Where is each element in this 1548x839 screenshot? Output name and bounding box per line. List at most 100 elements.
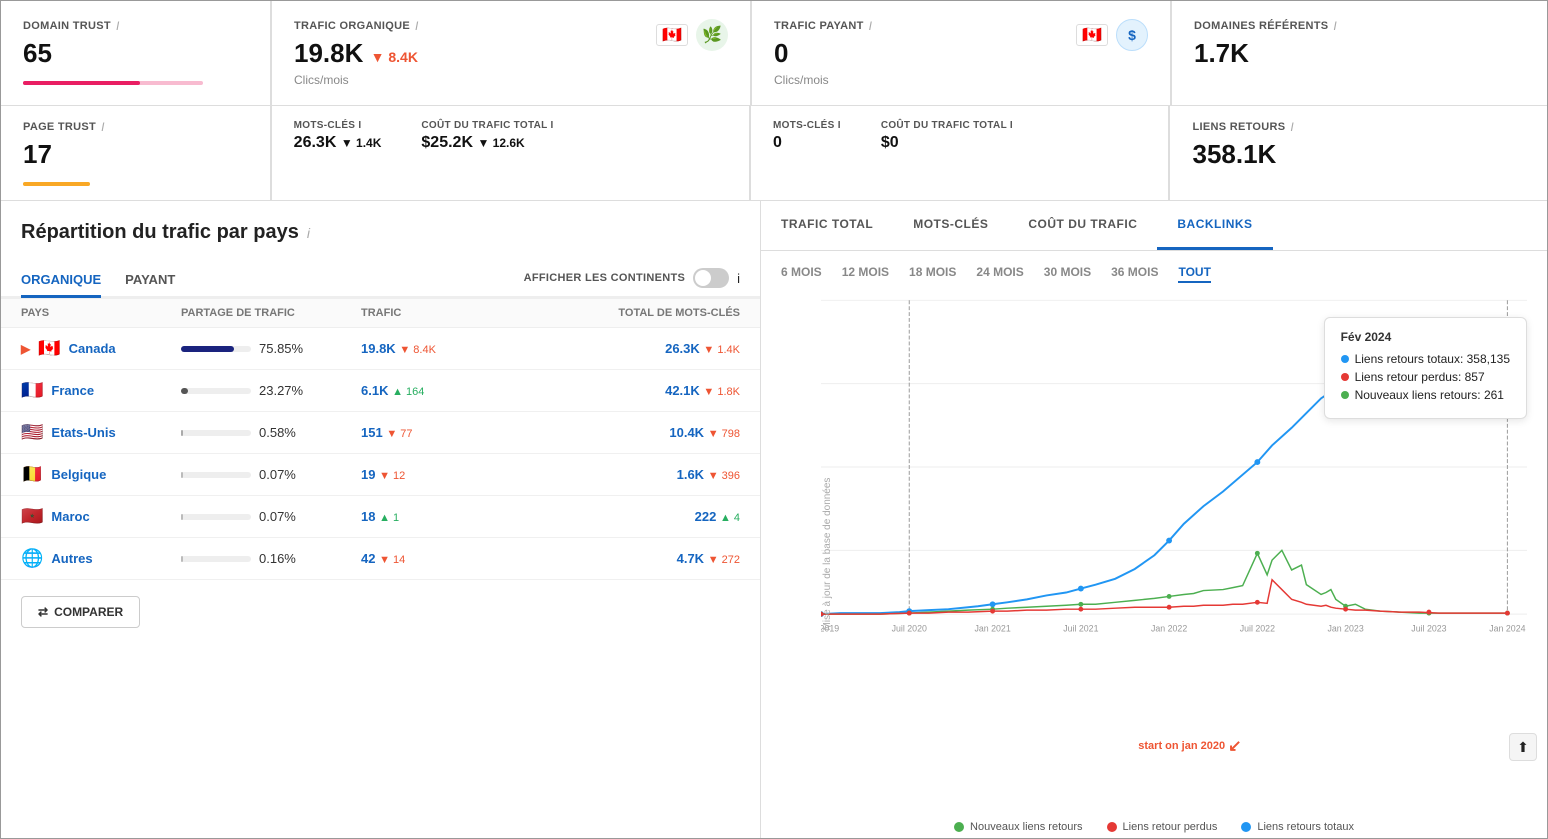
cout-payant-info-icon[interactable]: i — [1010, 120, 1013, 131]
cell-trafic-1: 6.1K ▲ 164 — [361, 383, 501, 398]
trafic-organique-label: TRAFIC ORGANIQUE i — [294, 19, 419, 33]
domaines-referents-info-icon[interactable]: i — [1333, 19, 1337, 33]
flag-0: 🇨🇦 — [38, 338, 60, 359]
svg-text:Juil 2020: Juil 2020 — [892, 624, 927, 634]
cell-country-4[interactable]: 🇲🇦 Maroc — [21, 506, 181, 527]
table-row[interactable]: 🌐 Autres 0.16% 42 ▼ 14 4.7K ▼ 272 — [1, 538, 760, 580]
time-tout[interactable]: TOUT — [1178, 265, 1210, 283]
time-24mois[interactable]: 24 MOIS — [976, 265, 1023, 283]
tab-organique[interactable]: ORGANIQUE — [21, 264, 101, 298]
traffic-table-body: ▶ 🇨🇦 Canada 75.85% 19.8K ▼ 8.4K 26.3K ▼ … — [1, 328, 760, 580]
cell-mots-5: 4.7K ▼ 272 — [501, 551, 740, 566]
country-name-3[interactable]: Belgique — [51, 467, 106, 482]
legend-dot-green — [954, 822, 964, 832]
cell-trafic-0: 19.8K ▼ 8.4K — [361, 341, 501, 356]
page-trust-bar-fill — [23, 182, 90, 186]
chart-legend: Nouveaux liens retours Liens retour perd… — [761, 811, 1547, 838]
cell-country-3[interactable]: 🇧🇪 Belgique — [21, 464, 181, 485]
partage-val-0: 75.85% — [259, 341, 303, 356]
svg-text:Juil 2022: Juil 2022 — [1240, 624, 1275, 634]
time-12mois[interactable]: 12 MOIS — [842, 265, 889, 283]
cout-organic-info-icon[interactable]: i — [551, 120, 554, 131]
time-6mois[interactable]: 6 MOIS — [781, 265, 822, 283]
canada-flag-icon[interactable]: 🇨🇦 — [656, 24, 688, 46]
time-range-bar: 6 MOIS 12 MOIS 18 MOIS 24 MOIS 30 MOIS 3… — [761, 251, 1547, 297]
cout-payant-value: $0 — [881, 134, 1013, 152]
domain-trust-value: 65 — [23, 38, 248, 69]
svg-text:Juil 2023: Juil 2023 — [1411, 624, 1446, 634]
flag-5: 🌐 — [21, 548, 43, 569]
cell-partage-0: 75.85% — [181, 341, 361, 356]
legend-item-green: Nouveaux liens retours — [954, 821, 1083, 833]
country-name-1[interactable]: France — [51, 383, 94, 398]
table-row[interactable]: 🇧🇪 Belgique 0.07% 19 ▼ 12 1.6K ▼ 396 — [1, 454, 760, 496]
flag-2: 🇺🇸 — [21, 422, 43, 443]
domaines-referents-label: DOMAINES RÉFÉRENTS i — [1194, 19, 1527, 33]
liens-retours-info-icon[interactable]: i — [1290, 120, 1294, 134]
download-chart-button[interactable]: ⬆ — [1509, 733, 1537, 761]
flag-4: 🇲🇦 — [21, 506, 43, 527]
cell-partage-4: 0.07% — [181, 509, 361, 524]
svg-text:Juil 2021: Juil 2021 — [1063, 624, 1098, 634]
table-row[interactable]: 🇫🇷 France 23.27% 6.1K ▲ 164 42.1K ▼ 1.8K — [1, 370, 760, 412]
cell-country-0[interactable]: ▶ 🇨🇦 Canada — [21, 338, 181, 359]
cout-organic: COÛT DU TRAFIC TOTAL i $25.2K ▼ 12.6K — [421, 120, 553, 152]
partage-bar-bg-0 — [181, 346, 251, 352]
time-36mois[interactable]: 36 MOIS — [1111, 265, 1158, 283]
country-name-4[interactable]: Maroc — [51, 509, 89, 524]
cell-country-1[interactable]: 🇫🇷 France — [21, 380, 181, 401]
chart-tab-cout[interactable]: COÛT DU TRAFIC — [1008, 201, 1157, 250]
country-name-2[interactable]: Etats-Unis — [51, 425, 115, 440]
tab-payant[interactable]: PAYANT — [125, 264, 175, 298]
cell-country-5[interactable]: 🌐 Autres — [21, 548, 181, 569]
time-18mois[interactable]: 18 MOIS — [909, 265, 956, 283]
partage-bar-bg-4 — [181, 514, 251, 520]
tooltip-item-blue: Liens retours totaux: 358,135 — [1341, 352, 1510, 366]
mots-cles-payant-info-icon[interactable]: i — [838, 120, 841, 131]
partage-bar-fill-3 — [181, 472, 183, 478]
domain-trust-info-icon[interactable]: i — [116, 19, 120, 33]
payant-country-icons: 🇨🇦 $ — [1076, 19, 1148, 51]
svg-text:Jan 2023: Jan 2023 — [1327, 624, 1363, 634]
partage-bar-bg-2 — [181, 430, 251, 436]
dollar-icon[interactable]: $ — [1116, 19, 1148, 51]
liens-retours-value: 358.1K — [1192, 139, 1525, 170]
mots-cles-organic-info-icon[interactable]: i — [358, 120, 361, 131]
cell-mots-0: 26.3K ▼ 1.4K — [501, 341, 740, 356]
chart-tab-backlinks[interactable]: BACKLINKS — [1157, 201, 1272, 250]
time-30mois[interactable]: 30 MOIS — [1044, 265, 1091, 283]
country-name-5[interactable]: Autres — [51, 551, 92, 566]
flag-1: 🇫🇷 — [21, 380, 43, 401]
payant-canada-flag-icon[interactable]: 🇨🇦 — [1076, 24, 1108, 46]
country-name-0[interactable]: Canada — [69, 341, 116, 356]
partage-val-3: 0.07% — [259, 467, 296, 482]
cell-country-2[interactable]: 🇺🇸 Etats-Unis — [21, 422, 181, 443]
trafic-organique-info-icon[interactable]: i — [415, 19, 419, 33]
cell-mots-3: 1.6K ▼ 396 — [501, 467, 740, 482]
metrics-bottom-row: PAGE TRUST i 17 MOTS-CLÉS i 26.3K ▼ 1.4K — [1, 106, 1547, 201]
eco-icon[interactable]: 🌿 — [696, 19, 728, 51]
toggle-info-icon[interactable]: i — [737, 271, 740, 286]
tooltip-dot-blue — [1341, 355, 1349, 363]
traffic-by-country-panel: Répartition du trafic par pays i ORGANIQ… — [1, 201, 761, 838]
trafic-organique-card: TRAFIC ORGANIQUE i 19.8K ▼ 8.4K Clics/mo… — [271, 1, 751, 105]
trafic-payant-card: TRAFIC PAYANT i 0 Clics/mois 🇨🇦 $ — [751, 1, 1171, 105]
partage-bar-fill-5 — [181, 556, 183, 562]
page-trust-info-icon[interactable]: i — [101, 120, 105, 134]
continent-toggle[interactable] — [693, 268, 729, 288]
toggle-knob — [695, 270, 711, 286]
domain-trust-card: DOMAIN TRUST i 65 — [1, 1, 271, 105]
compare-button[interactable]: ⇄ COMPARER — [21, 596, 140, 628]
table-row[interactable]: 🇺🇸 Etats-Unis 0.58% 151 ▼ 77 10.4K ▼ 798 — [1, 412, 760, 454]
col-pays-header: PAYS — [21, 307, 181, 319]
trafic-payant-info-icon[interactable]: i — [869, 19, 873, 33]
mots-cles-payant-value: 0 — [773, 134, 841, 152]
page-trust-label: PAGE TRUST i — [23, 120, 248, 134]
table-row[interactable]: 🇲🇦 Maroc 0.07% 18 ▲ 1 222 ▲ 4 — [1, 496, 760, 538]
chart-tab-trafic-total[interactable]: TRAFIC TOTAL — [761, 201, 893, 250]
svg-text:Jan 2022: Jan 2022 — [1151, 624, 1187, 634]
section-info-icon[interactable]: i — [307, 225, 310, 241]
chart-tab-mots-cles[interactable]: MOTS-CLÉS — [893, 201, 1008, 250]
table-row[interactable]: ▶ 🇨🇦 Canada 75.85% 19.8K ▼ 8.4K 26.3K ▼ … — [1, 328, 760, 370]
legend-item-red: Liens retour perdus — [1107, 821, 1218, 833]
